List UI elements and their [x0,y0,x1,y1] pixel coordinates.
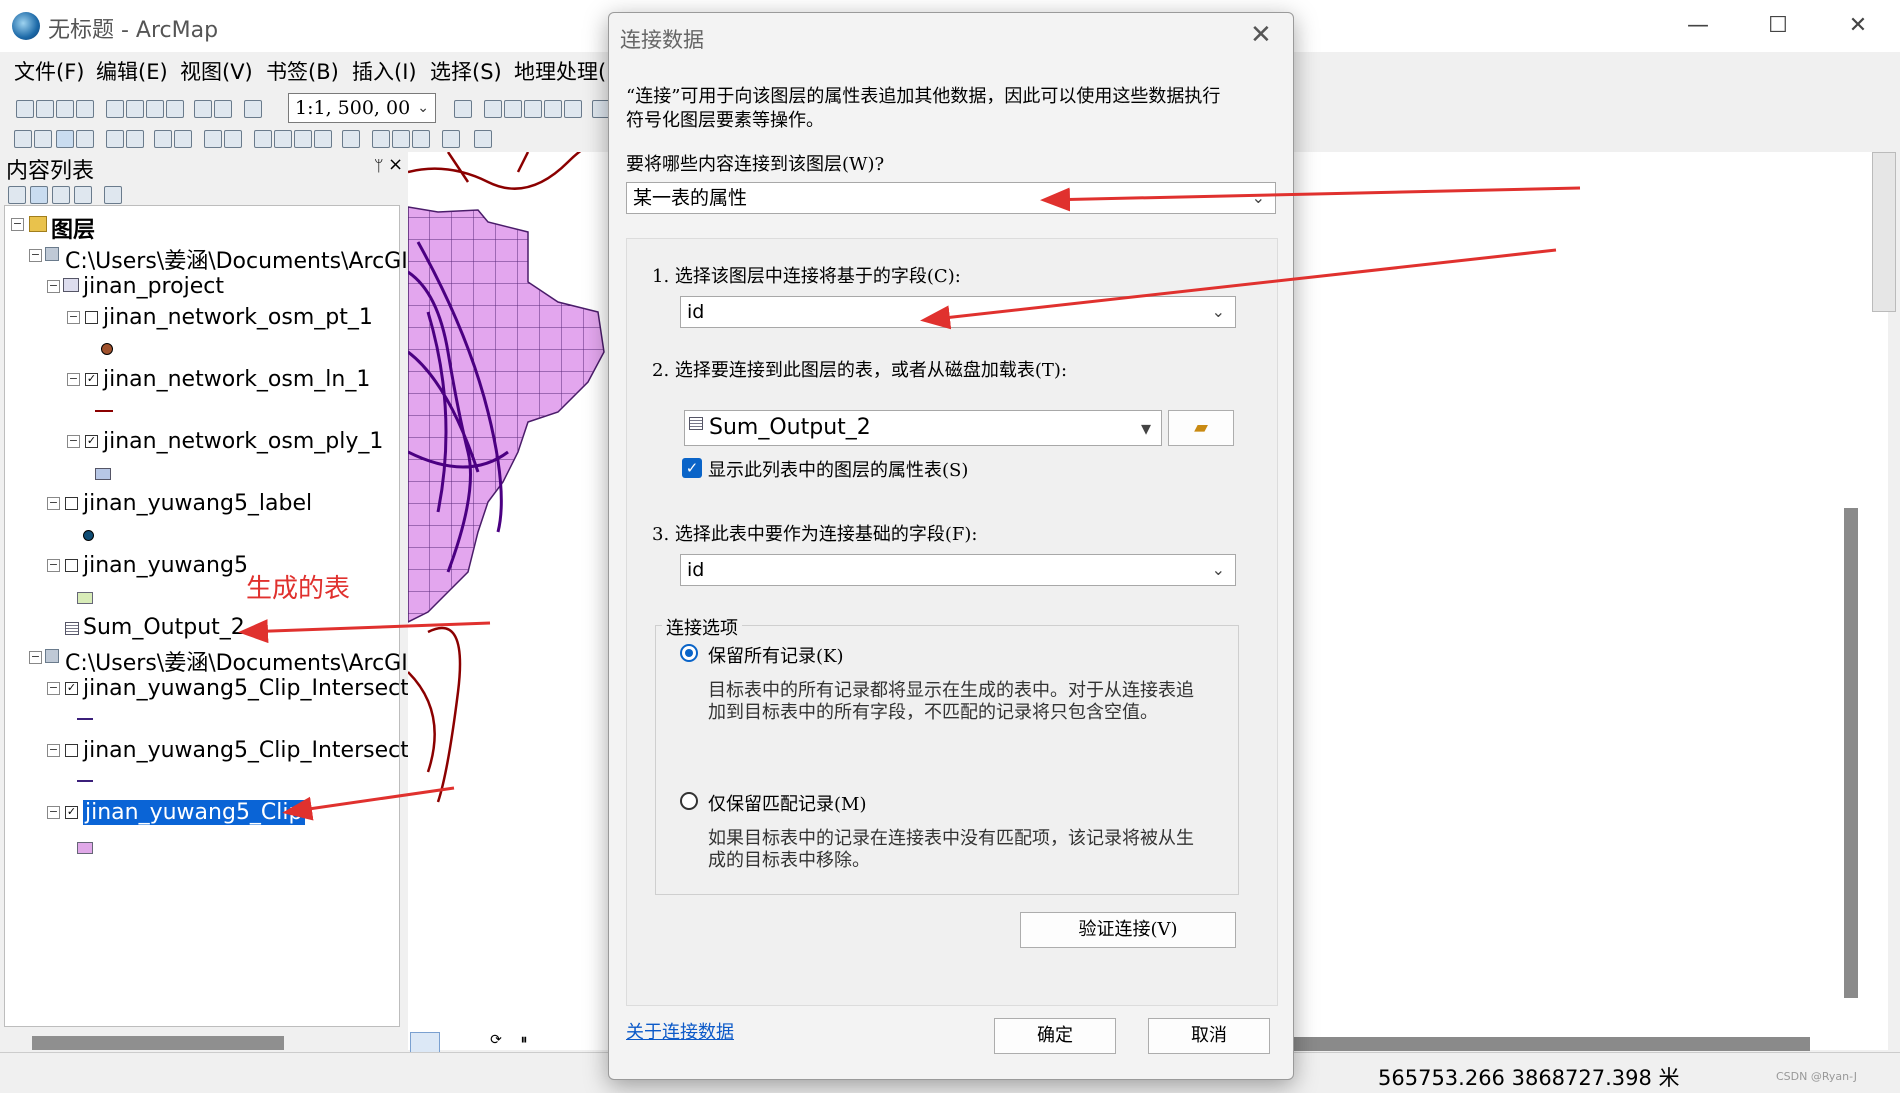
arrow-layer-field [920,248,1557,330]
arrow-join-type [1040,186,1581,212]
arrow-sum-output [238,619,491,644]
annotation-arrows [238,186,1581,821]
arrow-clip-layer [282,786,455,821]
